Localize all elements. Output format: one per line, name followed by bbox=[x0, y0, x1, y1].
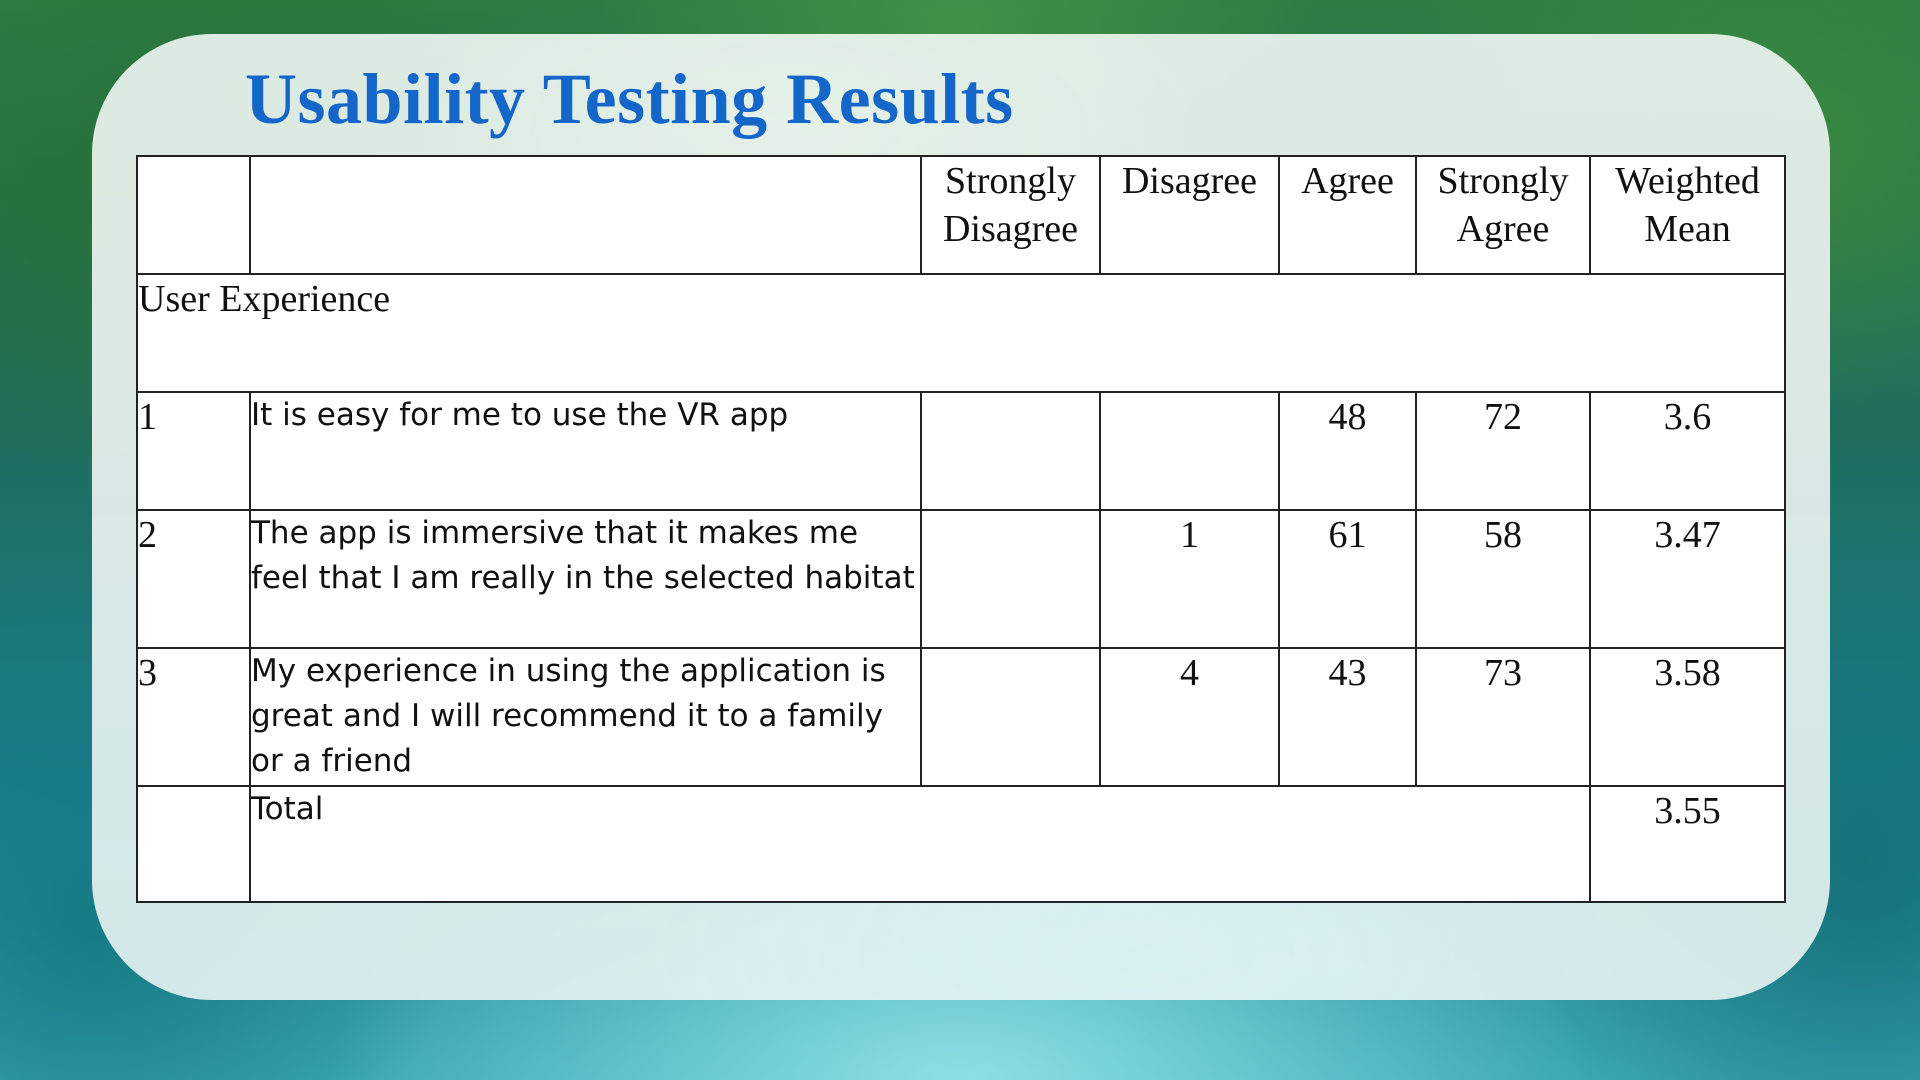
row-index: 2 bbox=[136, 509, 251, 649]
cell-weighted-mean: 3.58 bbox=[1589, 647, 1786, 787]
header-row: Strongly Disagree Disagree Agree Strongl… bbox=[136, 155, 1786, 275]
section-label: User Experience bbox=[136, 273, 1786, 393]
row-statement: The app is immersive that it makes me fe… bbox=[249, 509, 922, 649]
header-index bbox=[136, 155, 251, 275]
cell-disagree: 4 bbox=[1099, 647, 1280, 787]
cell-disagree: 1 bbox=[1099, 509, 1280, 649]
cell-agree: 43 bbox=[1278, 647, 1417, 787]
row-index: 1 bbox=[136, 391, 251, 511]
header-disagree: Disagree bbox=[1099, 155, 1280, 275]
total-weighted-mean: 3.55 bbox=[1589, 785, 1786, 903]
cell-strongly-disagree bbox=[920, 647, 1101, 787]
table-row: 1 It is easy for me to use the VR app 48… bbox=[136, 391, 1786, 511]
cell-disagree bbox=[1099, 391, 1280, 511]
cell-strongly-disagree bbox=[920, 391, 1101, 511]
results-table: Strongly Disagree Disagree Agree Strongl… bbox=[136, 155, 1786, 903]
table-row: 3 My experience in using the application… bbox=[136, 647, 1786, 787]
section-row: User Experience bbox=[136, 273, 1786, 393]
table-row: 2 The app is immersive that it makes me … bbox=[136, 509, 1786, 649]
cell-strongly-agree: 73 bbox=[1415, 647, 1591, 787]
header-weighted-mean: Weighted Mean bbox=[1589, 155, 1786, 275]
cell-weighted-mean: 3.6 bbox=[1589, 391, 1786, 511]
total-index-cell bbox=[136, 785, 251, 903]
total-label: Total bbox=[249, 785, 1591, 903]
total-row: Total 3.55 bbox=[136, 785, 1786, 903]
row-statement: My experience in using the application i… bbox=[249, 647, 922, 787]
cell-strongly-agree: 72 bbox=[1415, 391, 1591, 511]
cell-strongly-agree: 58 bbox=[1415, 509, 1591, 649]
row-index: 3 bbox=[136, 647, 251, 787]
header-agree: Agree bbox=[1278, 155, 1417, 275]
header-statement bbox=[249, 155, 922, 275]
cell-agree: 48 bbox=[1278, 391, 1417, 511]
slide-title: Usability Testing Results bbox=[245, 59, 1014, 139]
header-strongly-agree: Strongly Agree bbox=[1415, 155, 1591, 275]
row-statement: It is easy for me to use the VR app bbox=[249, 391, 922, 511]
cell-weighted-mean: 3.47 bbox=[1589, 509, 1786, 649]
cell-strongly-disagree bbox=[920, 509, 1101, 649]
cell-agree: 61 bbox=[1278, 509, 1417, 649]
header-strongly-disagree: Strongly Disagree bbox=[920, 155, 1101, 275]
